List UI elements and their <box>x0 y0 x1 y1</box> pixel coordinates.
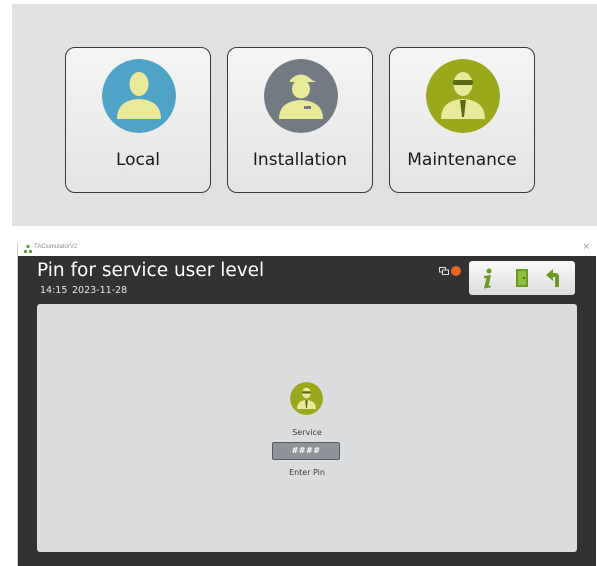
simulator-window: TACsimulatorV2 × Pin for service user le… <box>17 242 597 566</box>
app-logo-icon <box>23 244 33 254</box>
pin-entry-panel: Service #### Enter Pin <box>37 304 577 552</box>
window-titlebar: TACsimulatorV2 × <box>18 242 597 256</box>
pin-input[interactable]: #### <box>272 442 340 460</box>
clock-time: 14:15 <box>40 285 68 296</box>
info-button[interactable] <box>474 264 502 292</box>
exit-button[interactable] <box>508 264 536 292</box>
enter-pin-label: Enter Pin <box>289 468 325 477</box>
back-button[interactable] <box>542 264 570 292</box>
service-user-icon <box>290 382 323 415</box>
maintenance-user-icon <box>426 59 500 133</box>
back-arrow-icon <box>546 269 559 287</box>
installer-user-icon <box>264 59 338 133</box>
message-status-icon[interactable] <box>439 266 449 276</box>
maintenance-label: Maintenance <box>407 150 517 170</box>
page-title: Pin for service user level <box>37 260 265 281</box>
exit-door-icon <box>516 269 528 287</box>
user-level-panel: Local Installation Maintenance <box>12 4 597 226</box>
window-title: TACsimulatorV2 <box>34 244 78 250</box>
service-user-label: Service <box>292 428 322 437</box>
local-user-icon <box>102 59 176 133</box>
installation-label: Installation <box>252 150 348 170</box>
alarm-status-icon[interactable] <box>451 266 461 276</box>
installation-user-button[interactable]: Installation <box>227 47 373 193</box>
window-close-button[interactable]: × <box>582 242 590 252</box>
maintenance-user-button[interactable]: Maintenance <box>389 47 535 193</box>
local-user-button[interactable]: Local <box>65 47 211 193</box>
toolbar <box>469 261 575 295</box>
local-label: Local <box>115 150 161 170</box>
screen-area: Pin for service user level 14:15 2023-11… <box>18 256 596 566</box>
info-icon <box>484 268 492 289</box>
clock-date: 2023-11-28 <box>72 285 128 296</box>
